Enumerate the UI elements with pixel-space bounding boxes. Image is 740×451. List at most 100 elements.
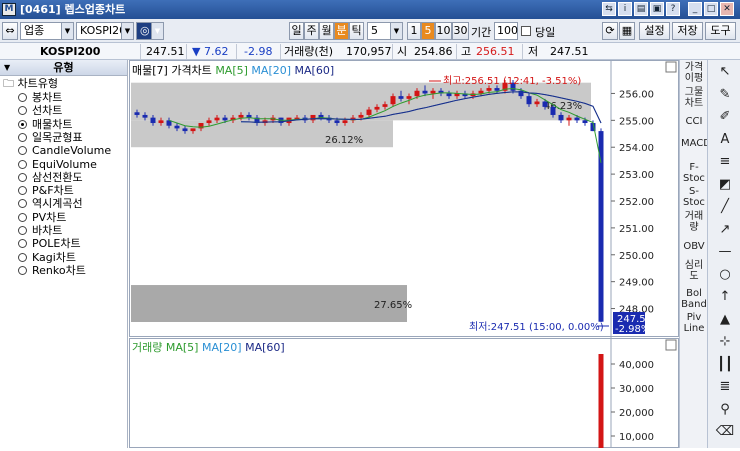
grid-icon[interactable]: ▦ [619, 22, 635, 40]
chart-type-option[interactable]: Renko차트 [18, 264, 86, 277]
bars-icon[interactable]: ┃┃ [713, 355, 737, 375]
today-label: 당일 [535, 26, 556, 39]
node-icon[interactable]: ⊹ [713, 332, 737, 352]
close-button[interactable]: ✕ [720, 2, 734, 16]
save-button[interactable]: 저장 [672, 22, 703, 40]
sync-icon[interactable]: ⇔ [2, 22, 18, 40]
period-week-button[interactable]: 주 [304, 22, 319, 40]
arrow-icon[interactable]: ↑ [713, 287, 737, 307]
chart-canvas[interactable]: 46.23%26.12%27.65%256.00255.00254.00253.… [129, 60, 679, 448]
print-icon[interactable]: ▤ [634, 2, 648, 16]
chart-type-option[interactable]: Kagi차트 [18, 251, 76, 264]
interval-select[interactable]: 5 ▼ [367, 22, 403, 40]
candle [190, 128, 196, 132]
chart-type-option[interactable]: P&F차트 [18, 184, 74, 197]
pen-icon[interactable]: ✎ [713, 85, 737, 105]
indicator-button[interactable]: Bol Band [681, 288, 707, 310]
index-select[interactable]: KOSPI200 ▼ [76, 22, 134, 40]
ray-icon[interactable]: ↗ [713, 220, 737, 240]
indicator-button[interactable]: Piv Line [681, 312, 707, 334]
period-tick-button[interactable]: 틱 [349, 22, 364, 40]
chart-type-option[interactable]: 봉차트 [18, 91, 62, 104]
close-panel-icon[interactable] [665, 61, 677, 73]
radio-icon[interactable] [18, 186, 27, 196]
fib-icon[interactable]: ◩ [713, 175, 737, 195]
radio-icon[interactable] [18, 212, 27, 222]
candle [414, 90, 420, 97]
chart-type-option[interactable]: 선차트 [18, 104, 62, 117]
range-input[interactable]: 100 [494, 22, 518, 40]
range-label: 기간 [471, 26, 492, 39]
candle [422, 90, 428, 94]
period-day-button[interactable]: 일 [289, 22, 304, 40]
radio-icon[interactable] [18, 159, 27, 169]
indicator-button[interactable]: CCI [681, 116, 707, 130]
info-icon[interactable]: i [618, 2, 632, 16]
text-icon[interactable]: A [713, 130, 737, 150]
help-icon[interactable]: ? [666, 2, 680, 16]
minimize-button[interactable]: _ [688, 2, 702, 16]
radio-icon[interactable] [18, 226, 27, 235]
indicator-button[interactable]: OBV [681, 241, 707, 255]
radio-icon[interactable] [18, 199, 27, 209]
line-icon[interactable]: ╱ [713, 197, 737, 217]
radio-icon[interactable] [18, 252, 27, 262]
y-tick-label: 250.00 [619, 251, 654, 262]
quick-interval-5[interactable]: 5 [421, 22, 435, 40]
radio-icon[interactable] [18, 265, 27, 275]
chart-type-option[interactable]: POLE차트 [18, 237, 81, 250]
quick-interval-1[interactable]: 1 [407, 22, 421, 40]
zoom-icon[interactable]: ⚲ [713, 400, 737, 420]
indicator-button[interactable]: 가격이평 [681, 62, 707, 86]
tools-button[interactable]: 도구 [705, 22, 736, 40]
tree-root[interactable]: 🗀 차트유형 [3, 77, 58, 90]
triangle-icon[interactable]: ▲ [713, 310, 737, 330]
chart-type-option[interactable]: EquiVolume [18, 158, 97, 171]
circle-icon[interactable]: ○ [713, 265, 737, 285]
layers-icon[interactable]: ≣ [713, 377, 737, 397]
chart-type-option[interactable]: 역시계곡선 [18, 197, 83, 210]
today-checkbox[interactable] [521, 26, 531, 36]
link-icon[interactable]: ⇆ [602, 2, 616, 16]
refresh-icon[interactable]: ⟳ [602, 22, 618, 40]
close-panel-icon[interactable] [665, 339, 677, 351]
indicator-button[interactable]: MACD [681, 138, 711, 160]
indicator-button[interactable]: 그물차트 [681, 87, 707, 113]
indicator-button[interactable]: F-Stoc [681, 162, 707, 184]
maximize-button[interactable]: □ [704, 2, 718, 16]
chart-type-option[interactable]: 매물차트 [18, 118, 72, 131]
period-minute-button[interactable]: 분 [334, 22, 349, 40]
collapse-icon[interactable]: ▼ [4, 60, 10, 75]
settings-button[interactable]: 설정 [639, 22, 670, 40]
radio-icon[interactable] [18, 119, 27, 129]
volume-tick-label: 30,000 [619, 384, 654, 395]
indicator-button[interactable]: 심리도 [681, 260, 707, 286]
chart-type-option[interactable]: 바차트 [18, 224, 62, 237]
dash-icon[interactable]: — [713, 242, 737, 262]
chart-type-option[interactable]: PV차트 [18, 211, 66, 224]
period-month-button[interactable]: 월 [319, 22, 334, 40]
market-select[interactable]: 업종 ▼ [20, 22, 74, 40]
radio-icon[interactable] [18, 106, 27, 116]
chart-type-option[interactable]: CandleVolume [18, 144, 111, 157]
indicator-button[interactable]: S-Stoc [681, 186, 707, 208]
erase-icon[interactable]: ⌫ [713, 422, 737, 442]
indicator-button[interactable]: 거래량 [681, 211, 707, 237]
change-rate: -2.98 [244, 45, 273, 58]
radio-icon[interactable] [18, 132, 27, 142]
radio-icon[interactable] [18, 93, 27, 102]
radio-icon[interactable] [18, 172, 27, 182]
pointer-icon[interactable]: ↖ [713, 62, 737, 82]
chart-type-option[interactable]: 삼선전환도 [18, 171, 83, 184]
chart-area[interactable]: 46.23% 26.12% 27.65% 256.00 255.00 254.00 253.… [129, 60, 679, 448]
pin-icon[interactable]: ▣ [650, 2, 664, 16]
chart-type-option[interactable]: 일목균형표 [18, 131, 83, 144]
radio-icon[interactable] [18, 146, 27, 156]
quick-interval-30[interactable]: 30 [452, 22, 469, 40]
quick-interval-10[interactable]: 10 [435, 22, 452, 40]
radio-icon[interactable] [18, 239, 27, 249]
highlight-icon[interactable]: ✐ [713, 107, 737, 127]
chart-type-select[interactable]: ◎ ▼ [136, 22, 164, 40]
lines-icon[interactable]: ≡ [713, 152, 737, 172]
high-label: 고 [461, 45, 472, 58]
